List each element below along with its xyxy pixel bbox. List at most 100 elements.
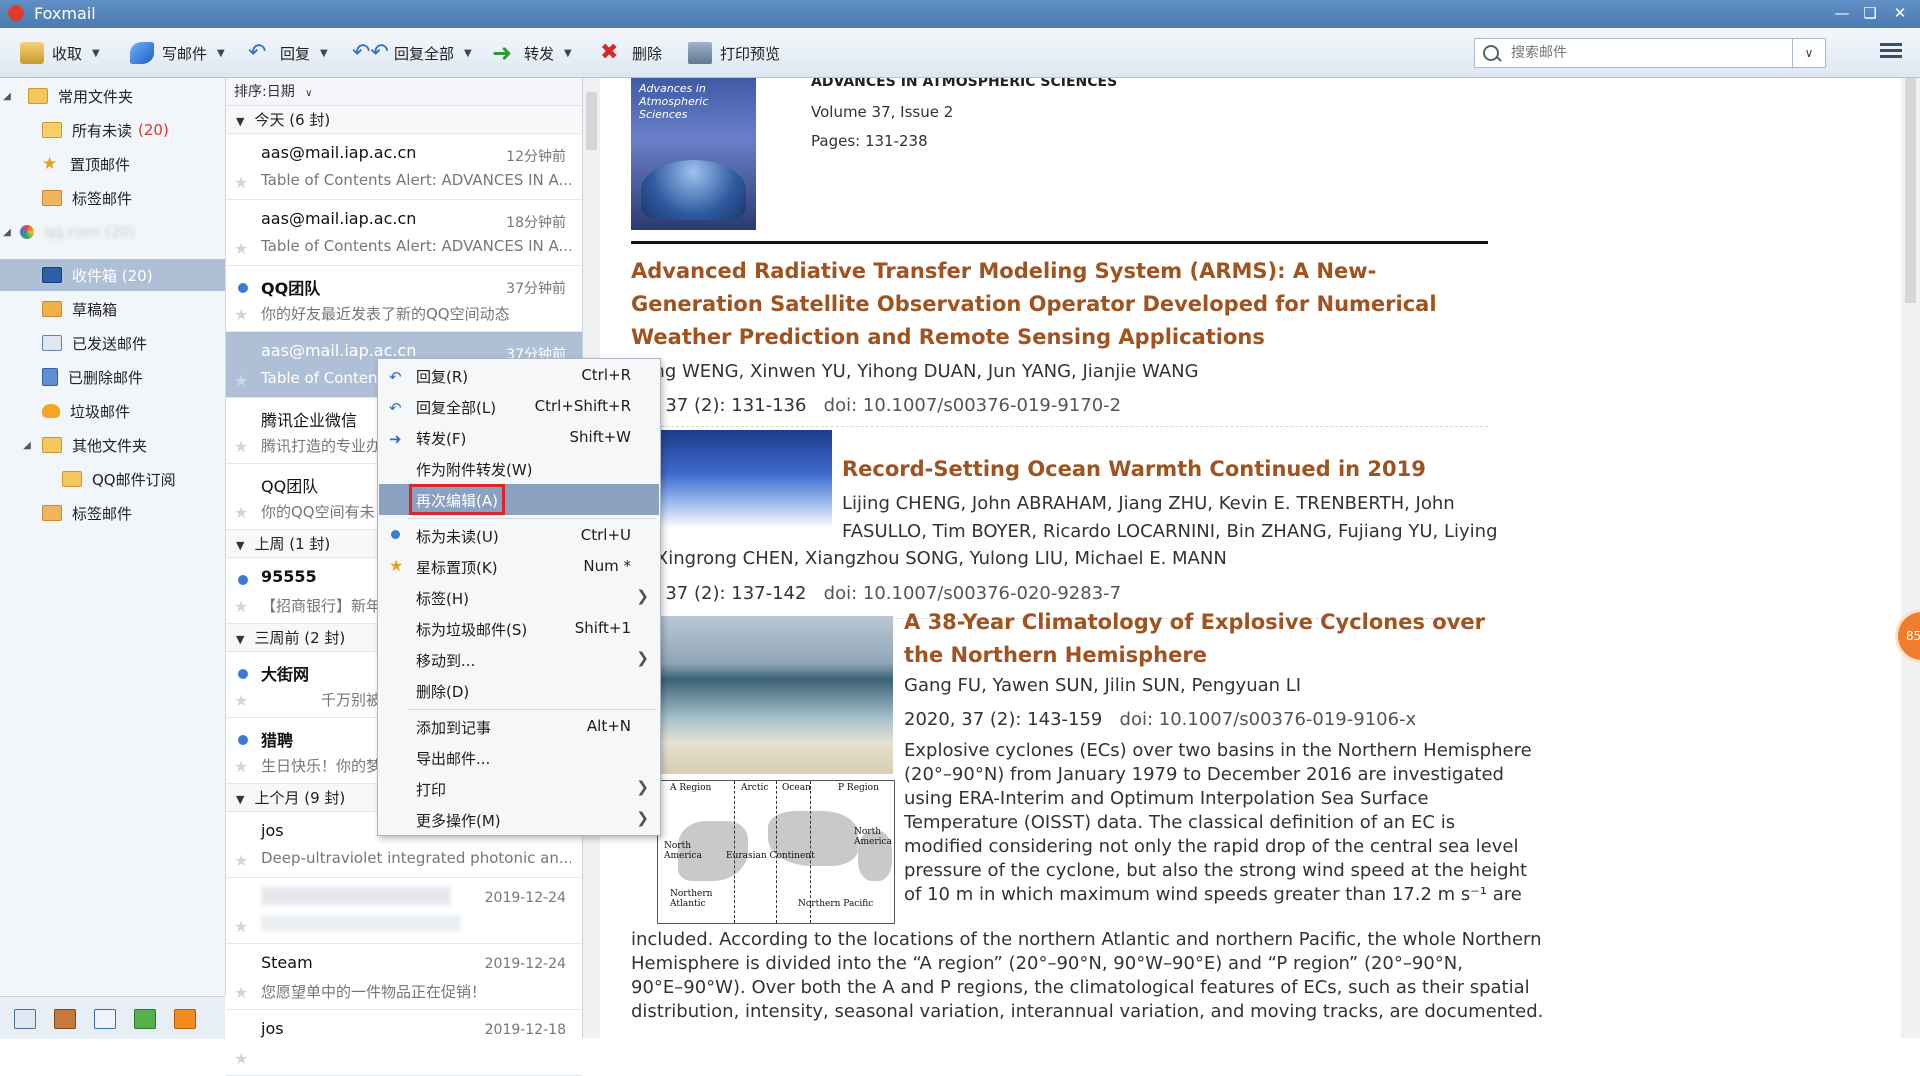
star-icon[interactable]: ★: [234, 239, 248, 258]
reading-pane-scrollbar[interactable]: [1901, 78, 1920, 1038]
mail-sender: 猎聘: [261, 731, 294, 750]
menu-item-reply[interactable]: ↶ 回复(R) Ctrl+R: [379, 360, 659, 391]
close-icon[interactable]: ✕: [1888, 2, 1912, 24]
reply-button[interactable]: ↶ 回复 ▼: [248, 39, 328, 67]
menu-item-move-to[interactable]: 移动到... ❯: [379, 644, 659, 675]
menu-item-label: 打印: [416, 781, 447, 799]
print-preview-button[interactable]: 打印预览: [688, 39, 780, 67]
menu-item-star-pin[interactable]: ★ 星标置顶(K) Num *: [379, 551, 659, 582]
menu-item-print[interactable]: 打印 ❯: [379, 773, 659, 804]
folder-inbox[interactable]: 收件箱 (20): [0, 259, 225, 291]
receive-button[interactable]: 收取 ▼: [20, 39, 100, 67]
menu-item-reply-all[interactable]: ↶ 回复全部(L) Ctrl+Shift+R: [379, 391, 659, 422]
menu-item-label: 删除(D): [416, 683, 470, 701]
calendar-icon[interactable]: [94, 1009, 116, 1029]
contacts-icon[interactable]: [54, 1009, 76, 1029]
title-bar: Foxmail — ❏ ✕: [0, 0, 1920, 28]
star-icon[interactable]: ★: [234, 305, 248, 324]
star-icon[interactable]: ★: [234, 757, 248, 776]
folder-other[interactable]: ◢ 其他文件夹: [0, 429, 225, 461]
article-title-link[interactable]: Advanced Radiative Transfer Modeling Sys…: [631, 255, 1491, 354]
menu-item-label: 导出邮件...: [416, 750, 491, 768]
collapse-arrow-icon[interactable]: ◢: [0, 227, 14, 238]
mail-view-icon[interactable]: [14, 1009, 36, 1029]
star-icon[interactable]: ★: [234, 371, 248, 390]
menu-item-forward-as-attachment[interactable]: 作为附件转发(W): [379, 453, 659, 484]
star-icon[interactable]: ★: [234, 597, 248, 616]
chevron-down-icon[interactable]: ▼: [320, 48, 328, 59]
star-icon[interactable]: ★: [234, 1049, 248, 1068]
menu-item-export[interactable]: 导出邮件...: [379, 742, 659, 773]
folder-all-unread[interactable]: 所有未读 (20): [0, 114, 225, 146]
folder-drafts[interactable]: 草稿箱: [0, 293, 225, 325]
article-title-link[interactable]: Record-Setting Ocean Warmth Continued in…: [842, 453, 1482, 486]
scrollbar-thumb[interactable]: [1905, 78, 1916, 303]
article-doi-link[interactable]: doi: 10.1007/s00376-019-9170-2: [824, 395, 1121, 416]
collapse-arrow-icon[interactable]: ◢: [20, 440, 34, 451]
reply-arrow-icon: ↶: [389, 368, 402, 386]
chevron-down-icon: ∨: [305, 88, 313, 99]
menu-item-forward[interactable]: ➜ 转发(F) Shift+W: [379, 422, 659, 453]
sort-bar[interactable]: 排序:日期 ∨: [226, 78, 582, 106]
rss-icon[interactable]: [174, 1009, 196, 1029]
drafts-icon: [42, 301, 62, 317]
star-icon[interactable]: ★: [234, 173, 248, 192]
menu-item-add-to-notes[interactable]: 添加到记事 Alt+N: [379, 711, 659, 742]
menu-item-more-actions[interactable]: 更多操作(M) ❯: [379, 804, 659, 835]
compose-button[interactable]: 写邮件 ▼: [130, 39, 225, 67]
delete-button[interactable]: ✖ 删除: [600, 39, 662, 67]
folder-deleted[interactable]: 已删除邮件: [0, 361, 225, 393]
mail-item[interactable]: ★ aas@mail.iap.ac.cn 12分钟前 Table of Cont…: [226, 134, 582, 200]
article-doi-link[interactable]: doi: 10.1007/s00376-020-9283-7: [824, 583, 1121, 604]
folder-sent[interactable]: 已发送邮件: [0, 327, 225, 359]
folder-junk[interactable]: 垃圾邮件: [0, 395, 225, 427]
search-input[interactable]: [1509, 42, 1783, 64]
star-icon[interactable]: ★: [234, 691, 248, 710]
minimize-icon[interactable]: —: [1830, 2, 1854, 24]
notes-icon[interactable]: [134, 1009, 156, 1029]
chevron-down-icon[interactable]: ▼: [217, 48, 225, 59]
chevron-down-icon[interactable]: ▼: [564, 48, 572, 59]
chevron-right-icon: ❯: [636, 649, 649, 667]
reply-all-button[interactable]: ↶↶ 回复全部 ▼: [352, 39, 472, 67]
chevron-down-icon[interactable]: ▼: [464, 48, 472, 59]
collapse-arrow-icon[interactable]: ◢: [0, 91, 14, 102]
menu-item-re-edit[interactable]: 再次编辑(A): [379, 484, 659, 515]
reply-arrow-icon: ↶: [248, 40, 267, 65]
folder-qq-subscribe[interactable]: QQ邮件订阅: [0, 463, 225, 495]
scrollbar-thumb[interactable]: [586, 92, 597, 150]
mail-item[interactable]: ★ aas@mail.iap.ac.cn 18分钟前 Table of Cont…: [226, 200, 582, 266]
star-icon[interactable]: ★: [234, 917, 248, 936]
chevron-right-icon: ❯: [636, 587, 649, 605]
folder-pinned[interactable]: ★ 置顶邮件: [0, 148, 225, 180]
menu-item-delete[interactable]: 删除(D): [379, 675, 659, 706]
inbox-icon: [42, 267, 62, 283]
restore-icon[interactable]: ❏: [1858, 2, 1882, 24]
article-title-link[interactable]: A 38-Year Climatology of Explosive Cyclo…: [904, 606, 1489, 672]
folder-tagged[interactable]: 标签邮件: [0, 182, 225, 214]
star-icon[interactable]: ★: [234, 503, 248, 522]
forward-button[interactable]: ➜ 转发 ▼: [492, 39, 572, 67]
mail-item[interactable]: ★ jos 2019-12-18: [226, 1010, 582, 1076]
star-icon[interactable]: ★: [234, 437, 248, 456]
article-doi-link[interactable]: doi: 10.1007/s00376-019-9106-x: [1120, 709, 1417, 730]
folder-group-common[interactable]: ◢ 常用文件夹: [0, 80, 225, 112]
menu-item-mark-junk[interactable]: 标为垃圾邮件(S) Shift+1: [379, 613, 659, 644]
group-header-today[interactable]: ▼ 今天 (6 封): [226, 106, 582, 134]
star-icon[interactable]: ★: [234, 983, 248, 1002]
menu-item-mark-unread[interactable]: 标为未读(U) Ctrl+U: [379, 520, 659, 551]
collapse-arrow-icon: ▼: [236, 633, 245, 646]
main-menu-icon[interactable]: [1880, 40, 1902, 64]
mail-item[interactable]: ★ 2019-12-24: [226, 878, 582, 944]
account-header[interactable]: ◢ qq.com (20): [0, 216, 225, 248]
map-label: Arctic: [741, 783, 769, 793]
chevron-down-icon[interactable]: ▼: [92, 48, 100, 59]
menu-item-tag[interactable]: 标签(H) ❯: [379, 582, 659, 613]
mail-sender: jos: [261, 821, 284, 840]
mail-item[interactable]: ★ QQ团队 37分钟前 你的好友最近发表了新的QQ空间动态: [226, 266, 582, 332]
search-options-chevron-icon[interactable]: ∨: [1792, 39, 1825, 67]
folder-tagged-2[interactable]: 标签邮件: [0, 497, 225, 529]
collapse-arrow-icon: ▼: [236, 793, 245, 806]
star-icon[interactable]: ★: [234, 851, 248, 870]
mail-item[interactable]: ★ Steam 2019-12-24 您愿望单中的一件物品正在促销！: [226, 944, 582, 1010]
